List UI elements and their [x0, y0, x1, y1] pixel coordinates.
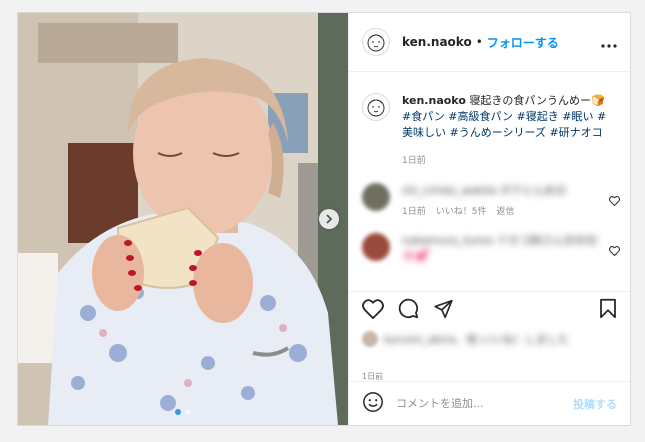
- avatar-face-icon: [367, 99, 385, 117]
- comment-text-blurred: shi_ichido_wakila ボクとんめ😊: [402, 184, 567, 197]
- carousel-dot: [185, 409, 191, 415]
- post-card: ken.naoko • フォローする ken.naoko 寝起きの食パンうんめー…: [17, 12, 631, 426]
- avatar-face-icon: [367, 34, 385, 52]
- carousel-dots: [18, 409, 348, 415]
- comment-like-button[interactable]: [609, 191, 620, 210]
- post-side-panel: ken.naoko • フォローする ken.naoko 寝起きの食パンうんめー…: [348, 13, 630, 425]
- liker-avatar: [362, 331, 378, 347]
- more-options-button[interactable]: [601, 33, 617, 52]
- more-icon: [601, 43, 617, 48]
- caption-avatar[interactable]: [362, 93, 390, 121]
- follow-button[interactable]: フォローする: [487, 34, 559, 51]
- comment-avatar[interactable]: [362, 233, 390, 261]
- caption-username[interactable]: ken.naoko: [402, 94, 466, 107]
- avatar[interactable]: [362, 28, 390, 56]
- add-comment-bar: 投稿する: [349, 381, 630, 425]
- paper-plane-icon: [434, 299, 453, 318]
- caption: ken.naoko 寝起きの食パンうんめー🍞 #食パン #高級食パン #寝起き …: [349, 73, 630, 169]
- caption-hashtags[interactable]: #食パン #高級食パン #寝起き #眠い #美味しい #うんめーシリーズ #研ナ…: [402, 110, 606, 139]
- emoji-smiley-icon: [363, 391, 383, 412]
- share-button[interactable]: [433, 299, 454, 323]
- heart-icon: [609, 196, 620, 207]
- like-button[interactable]: [362, 298, 384, 323]
- chevron-right-icon: [326, 214, 333, 224]
- next-photo-button[interactable]: [319, 209, 339, 229]
- comment-time: 1日前: [402, 207, 426, 217]
- comment-input[interactable]: [394, 396, 573, 411]
- caption-body: 寝起きの食パンうんめー🍞: [469, 94, 605, 107]
- likes-text-blurred: kurumi_akira、他 いいね！しました: [384, 332, 569, 346]
- comment-reply-button[interactable]: 返信: [496, 204, 514, 217]
- comment-bubble-icon: [398, 298, 419, 319]
- comment-button[interactable]: [398, 298, 419, 323]
- comment-item: shi_ichido_wakila ボクとんめ😊 1日前 いいね！5件 返信: [349, 183, 630, 217]
- post-header: ken.naoko • フォローする: [349, 13, 630, 72]
- comment-avatar[interactable]: [362, 183, 390, 211]
- save-button[interactable]: [599, 298, 617, 323]
- post-photo[interactable]: [18, 13, 348, 425]
- photo-illustration: [18, 13, 348, 425]
- comments-section[interactable]: ken.naoko 寝起きの食パンうんめー🍞 #食パン #高級食パン #寝起き …: [349, 73, 630, 291]
- comment-item: nakamura_kumo ナオコ姉さん😍😍😍🌸💕: [349, 233, 630, 263]
- likes-summary[interactable]: kurumi_akira、他 いいね！しました: [362, 331, 602, 347]
- comment-like-button[interactable]: [609, 241, 620, 260]
- action-bar: [349, 291, 630, 329]
- header-username[interactable]: ken.naoko: [402, 35, 472, 49]
- header-separator: •: [475, 35, 483, 49]
- caption-text: ken.naoko 寝起きの食パンうんめー🍞 #食パン #高級食パン #寝起き …: [402, 93, 617, 169]
- heart-icon: [609, 246, 620, 257]
- comment-meta: 1日前 いいね！5件 返信: [402, 204, 602, 217]
- heart-icon: [362, 298, 384, 319]
- post-comment-button[interactable]: 投稿する: [573, 396, 617, 412]
- caption-time: 1日前: [402, 156, 426, 166]
- bookmark-icon: [600, 298, 616, 319]
- emoji-button[interactable]: [362, 391, 384, 417]
- comment-text-blurred: nakamura_kumo ナオコ姉さん😍😍😍🌸💕: [402, 234, 598, 262]
- carousel-dot-active: [175, 409, 181, 415]
- comment-likes[interactable]: いいね！5件: [436, 204, 487, 217]
